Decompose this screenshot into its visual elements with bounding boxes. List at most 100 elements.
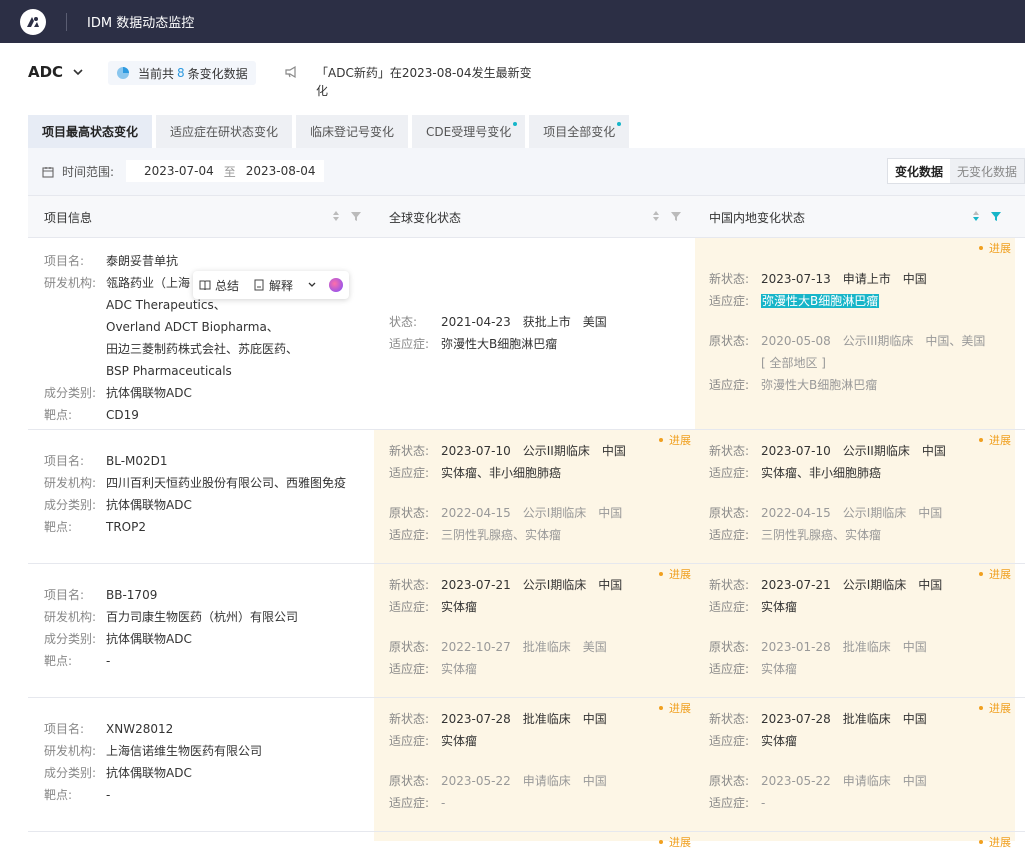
table-row[interactable]: 项目名: XNW28012 研发机构: 上海信诺维生物医药有限公司 成分类别: 抗体偶… bbox=[28, 698, 1025, 832]
field-label: 适应症: bbox=[709, 378, 750, 392]
tab-label: CDE受理号变化 bbox=[426, 125, 512, 139]
filter-icon[interactable] bbox=[350, 210, 362, 222]
filter-icon[interactable] bbox=[990, 210, 1002, 222]
old-status-field: 原状态: 2022-04-15 公示I期临床 中国 bbox=[709, 502, 1015, 524]
global-status-cell: 进展 新状态: 2023-07-28 批准临床 中国 适应症: 实体瘤 原状态: 20… bbox=[374, 698, 695, 831]
new-status-field: 新状态: 2023-07-21 公示I期临床 中国 bbox=[709, 574, 1015, 596]
count-prefix: 当前共 bbox=[138, 66, 175, 81]
component-type: 抗体偶联物ADC bbox=[106, 386, 192, 400]
toggle-unchanged[interactable]: 无变化数据 bbox=[949, 159, 1024, 183]
type-field: 成分类别: 抗体偶联物ADC bbox=[44, 494, 374, 516]
megaphone-icon bbox=[285, 65, 296, 79]
sort-icon[interactable] bbox=[972, 210, 980, 222]
tab-label: 适应症在研状态变化 bbox=[170, 125, 279, 139]
summary-button[interactable]: 总结 bbox=[199, 277, 239, 294]
old-status-field: 原状态: 2023-01-28 批准临床 中国 bbox=[709, 636, 1015, 658]
tab-label: 项目全部变化 bbox=[543, 125, 616, 139]
table-row[interactable]: 项目名: BL-M02D1 研发机构: 四川百利天恒药业股份有限公司、西雅图免疫 成… bbox=[28, 430, 1025, 564]
tab-all-changes[interactable]: 项目全部变化 bbox=[529, 115, 630, 148]
app-title: IDM 数据动态监控 bbox=[87, 16, 195, 31]
book-icon bbox=[199, 280, 211, 291]
target-field: 靶点: TROP2 bbox=[44, 516, 374, 538]
selected-text[interactable]: 弥漫性大B细胞淋巴瘤 bbox=[761, 294, 880, 308]
component-type: 抗体偶联物ADC bbox=[106, 498, 192, 512]
sort-icon[interactable] bbox=[652, 210, 660, 222]
new-indication-field: 适应症: 实体瘤 bbox=[709, 730, 1015, 752]
project-info-cell: 项目名: BB-1709 研发机构: 百力司康生物医药（杭州）有限公司 成分类别: 抗… bbox=[44, 564, 374, 697]
sort-icon[interactable] bbox=[332, 210, 340, 222]
org-line: Overland ADCT Biopharma、 bbox=[106, 320, 279, 334]
indication-value: 实体瘤 bbox=[441, 662, 478, 676]
date-separator: 至 bbox=[223, 164, 236, 179]
field-label: 适应症: bbox=[709, 600, 750, 614]
app-logo-icon[interactable] bbox=[20, 8, 46, 35]
ai-assistant-icon[interactable] bbox=[329, 278, 344, 292]
new-status-field: 新状态: 2023-07-28 批准临床 中国 bbox=[709, 708, 1015, 730]
table-row[interactable]: 项目名: BB-1709 研发机构: 百力司康生物医药（杭州）有限公司 成分类别: 抗… bbox=[28, 564, 1025, 698]
field-label: 靶点: bbox=[44, 520, 73, 534]
toggle-changed[interactable]: 变化数据 bbox=[887, 159, 950, 183]
pie-chart-icon bbox=[117, 67, 129, 79]
table-row[interactable]: 项目名: 泰朗妥昔单抗 研发机构: 瓴路药业（上海 ADC Therapeutic… bbox=[28, 238, 1025, 430]
tab-highest-status[interactable]: 项目最高状态变化 bbox=[28, 115, 153, 148]
field-label: 适应症: bbox=[709, 796, 750, 810]
new-indication-field: 适应症: 实体瘤、非小细胞肺癌 bbox=[389, 462, 695, 484]
indication-value: 三阴性乳腺癌、实体瘤 bbox=[441, 528, 562, 542]
field-label: 适应症: bbox=[389, 734, 430, 748]
chevron-down-icon[interactable] bbox=[307, 280, 317, 290]
target: - bbox=[106, 788, 111, 802]
old-status-field: 原状态: 2022-04-15 公示I期临床 中国 bbox=[389, 502, 695, 524]
filter-icon[interactable] bbox=[670, 210, 682, 222]
status-value: 2023-07-28 批准临床 中国 bbox=[761, 712, 927, 726]
tab-indication-status[interactable]: 适应症在研状态变化 bbox=[156, 115, 293, 148]
field-label: 项目名: bbox=[44, 588, 85, 602]
field-label: 研发机构: bbox=[44, 610, 97, 624]
progress-badge: 进展 bbox=[659, 566, 691, 582]
indication-field: 适应症: 弥漫性大B细胞淋巴瘤 bbox=[389, 333, 695, 355]
field-label: 原状态: bbox=[389, 506, 430, 520]
china-status-cell: 进展 新状态: 2023-07-10 公示II期临床 中国 适应症: 实体瘤、非小细… bbox=[695, 430, 1015, 563]
field-label: 原状态: bbox=[709, 334, 750, 348]
type-field: 成分类别: 抗体偶联物ADC bbox=[44, 628, 374, 650]
org-field: 研发机构: 上海信诺维生物医药有限公司 bbox=[44, 740, 374, 762]
field-label: 新状态: bbox=[389, 578, 430, 592]
status-value: 2022-04-15 公示I期临床 中国 bbox=[441, 506, 623, 520]
field-label: 研发机构: bbox=[44, 744, 97, 758]
new-indication-field: 适应症: 实体瘤 bbox=[389, 730, 695, 752]
status-value: 2023-07-21 公示I期临床 中国 bbox=[441, 578, 623, 592]
indication-value: 实体瘤、非小细胞肺癌 bbox=[441, 466, 562, 480]
progress-badge: 进展 bbox=[979, 700, 1011, 716]
explain-button[interactable]: 解释 bbox=[253, 277, 293, 294]
field-label: 适应症: bbox=[389, 528, 430, 542]
tab-clinical-registration[interactable]: 临床登记号变化 bbox=[296, 115, 409, 148]
table-row[interactable]: 进展 进展 bbox=[28, 832, 1025, 849]
new-status-field: 新状态: 2023-07-10 公示II期临床 中国 bbox=[709, 440, 1015, 462]
status-value: 2023-05-22 申请临床 中国 bbox=[761, 774, 927, 788]
old-status-field: 原状态: 2022-10-27 批准临床 美国 bbox=[389, 636, 695, 658]
field-label: 适应症: bbox=[709, 294, 750, 308]
progress-badge: 进展 bbox=[659, 834, 691, 850]
progress-badge: 进展 bbox=[979, 566, 1011, 582]
field-label: 适应症: bbox=[389, 796, 430, 810]
category-select[interactable]: ADC bbox=[28, 63, 85, 81]
new-status-field: 新状态: 2023-07-13 申请上市 中国 bbox=[709, 268, 1015, 290]
date-range-picker[interactable]: 2023-07-04 至 2023-08-04 bbox=[126, 160, 324, 182]
new-indication-field: 适应症: 实体瘤 bbox=[389, 596, 695, 618]
notice-text: 「ADC新药」在2023-08-04发生最新变化 bbox=[316, 66, 532, 98]
indication-value: 实体瘤 bbox=[441, 734, 478, 748]
topbar-divider bbox=[66, 12, 67, 31]
chevron-down-icon bbox=[73, 69, 83, 76]
field-label: 项目名: bbox=[44, 254, 85, 268]
field-label: 原状态: bbox=[389, 640, 430, 654]
field-label: 成分类别: bbox=[44, 766, 97, 780]
field-label: 适应症: bbox=[709, 466, 750, 480]
region-link[interactable]: [ 全部地区 ] bbox=[761, 352, 985, 374]
tab-cde-acceptance[interactable]: CDE受理号变化 bbox=[412, 115, 526, 148]
change-count: 8 bbox=[177, 66, 185, 80]
indication-value: - bbox=[761, 796, 766, 810]
status-value: 2023-07-21 公示I期临床 中国 bbox=[761, 578, 943, 592]
status-value: 2023-01-28 批准临床 中国 bbox=[761, 640, 927, 654]
start-date: 2023-07-04 bbox=[144, 164, 214, 178]
column-header-global: 全球变化状态 bbox=[389, 210, 462, 225]
new-status-field: 新状态: 2023-07-21 公示I期临床 中国 bbox=[389, 574, 695, 596]
